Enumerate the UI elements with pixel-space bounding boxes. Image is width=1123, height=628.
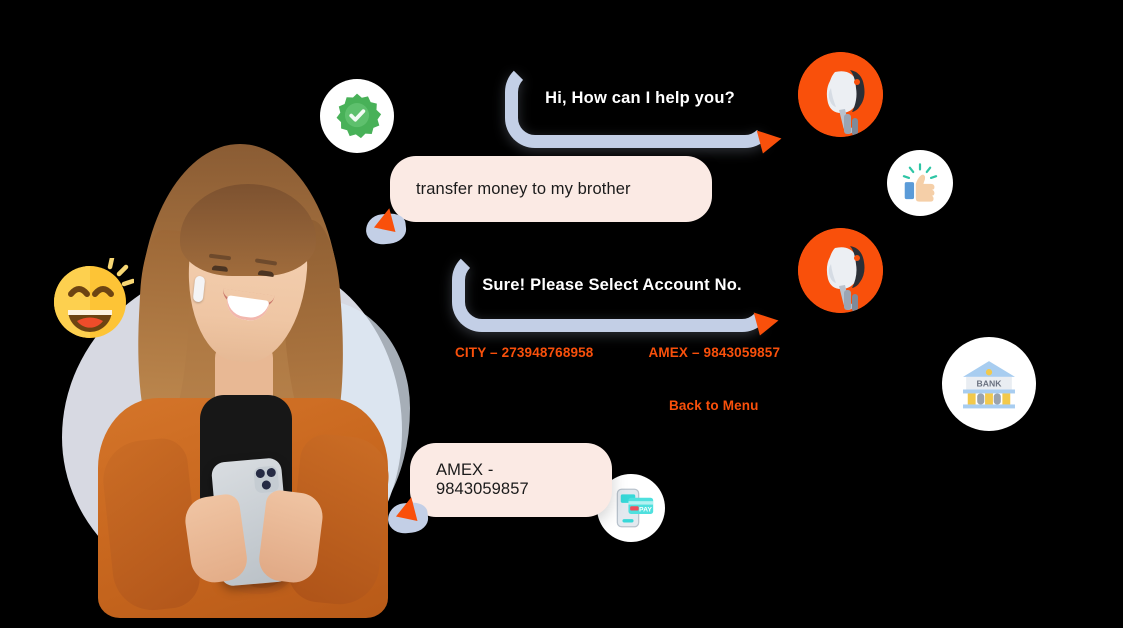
- bot-message-text: Hi, How can I help you?: [545, 88, 735, 107]
- quick-reply-city-account[interactable]: CITY – 273948768958: [455, 345, 593, 360]
- bank-building-icon: BANK: [942, 337, 1036, 431]
- chat-bubble-bot-prompt: Sure! Please Select Account No.: [452, 250, 779, 340]
- back-to-menu-link[interactable]: Back to Menu: [669, 398, 759, 413]
- robot-avatar-icon: [798, 52, 883, 137]
- illustration-stage: BANK PAY Hi, How can I help you? transfe: [0, 0, 1123, 628]
- person-photo: [80, 140, 400, 618]
- bubble-tail-icon: [747, 312, 779, 340]
- pay-label: PAY: [639, 506, 652, 513]
- phone-camera-icon: [253, 465, 280, 494]
- quick-reply-amex-account[interactable]: AMEX – 9843059857: [648, 345, 780, 360]
- bubble-tail-icon: [386, 494, 432, 536]
- quick-reply-options: CITY – 273948768958 AMEX – 9843059857: [455, 345, 780, 360]
- bank-label: BANK: [977, 378, 1003, 388]
- chat-bubble-user-request: transfer money to my brother: [364, 156, 712, 247]
- user-message-text: AMEX - 9843059857: [436, 461, 529, 498]
- bubble-tail-icon: [364, 205, 410, 247]
- user-message-text: transfer money to my brother: [416, 179, 631, 198]
- chat-bubble-bot-greeting: Hi, How can I help you?: [505, 62, 782, 158]
- chat-bubble-user-choice: AMEX - 9843059857: [386, 443, 612, 536]
- bubble-tail-icon: [750, 130, 782, 158]
- laughing-face-icon: [50, 255, 136, 342]
- verified-check-icon: [320, 79, 394, 153]
- robot-avatar-icon: [798, 228, 883, 313]
- bot-message-text: Sure! Please Select Account No.: [482, 275, 742, 294]
- thumbs-up-icon: [887, 150, 953, 216]
